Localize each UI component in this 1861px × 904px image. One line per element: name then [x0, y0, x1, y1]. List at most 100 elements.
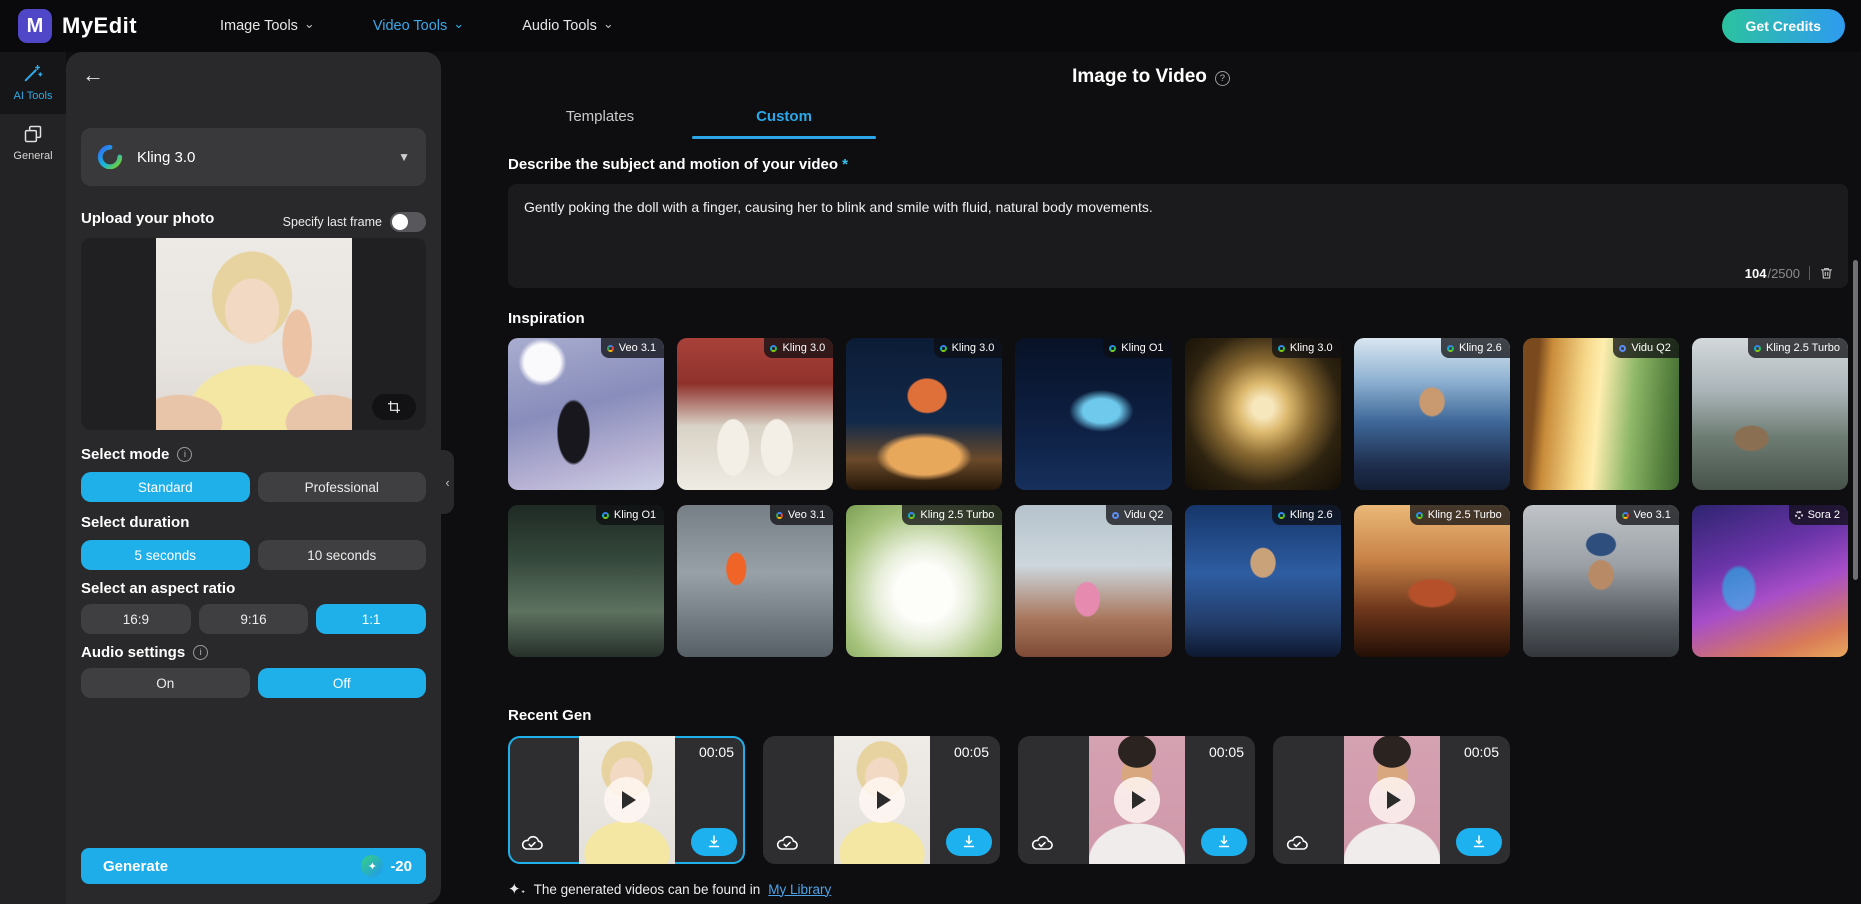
- menu-video-tools[interactable]: Video Tools ⌄: [373, 16, 464, 34]
- page-title: Image to Video?: [441, 66, 1861, 88]
- brand-logo[interactable]: M MyEdit: [0, 9, 220, 43]
- uploaded-photo-preview[interactable]: [81, 238, 426, 430]
- kling-icon: [939, 344, 947, 352]
- back-button[interactable]: ←: [82, 64, 104, 86]
- inspiration-card[interactable]: Sora 2: [1691, 505, 1848, 657]
- audio-on-button[interactable]: On: [81, 668, 250, 698]
- crop-button[interactable]: [372, 394, 416, 420]
- inspiration-card[interactable]: Kling 2.5 Turbo: [1353, 505, 1510, 657]
- play-button[interactable]: [1113, 777, 1160, 823]
- char-count: 104: [1744, 265, 1767, 281]
- recent-video-card[interactable]: 00:05: [508, 736, 745, 864]
- last-frame-toggle[interactable]: [390, 212, 426, 232]
- download-button[interactable]: [946, 828, 992, 856]
- recent-video-card[interactable]: 00:05: [1018, 736, 1255, 864]
- clear-prompt-button[interactable]: [1819, 265, 1834, 281]
- inspiration-card[interactable]: Kling 2.6: [1353, 338, 1510, 490]
- inspiration-card[interactable]: Veo 3.1: [508, 338, 665, 490]
- kling-icon: [1415, 511, 1423, 519]
- aspect-16-9-button[interactable]: 16:9: [81, 604, 191, 634]
- info-icon[interactable]: i: [193, 645, 209, 660]
- inspiration-card[interactable]: Kling 3.0: [846, 338, 1003, 490]
- cloud-check-icon: [518, 831, 546, 855]
- duration-5s-button[interactable]: 5 seconds: [81, 540, 250, 570]
- info-icon[interactable]: i: [177, 447, 193, 462]
- play-button[interactable]: [1368, 777, 1415, 823]
- specify-last-frame-row: Specify last frame: [283, 212, 426, 232]
- video-thumbnail: [508, 338, 665, 490]
- model-badge: Veo 3.1: [769, 505, 834, 525]
- model-badge: Kling O1: [595, 505, 665, 525]
- prompt-input[interactable]: Gently poking the doll with a finger, ca…: [508, 184, 1848, 288]
- download-button[interactable]: [1201, 828, 1247, 856]
- duration-label: 00:05: [1208, 744, 1244, 760]
- cloud-check-icon: [1028, 831, 1056, 855]
- menu-audio-tools[interactable]: Audio Tools ⌄: [522, 16, 614, 34]
- inspiration-card[interactable]: Kling 3.0: [1184, 338, 1341, 490]
- duration-10s-button[interactable]: 10 seconds: [257, 540, 426, 570]
- tab-templates[interactable]: Templates: [508, 100, 692, 139]
- download-icon: [1473, 835, 1485, 848]
- video-thumbnail: [1691, 338, 1848, 490]
- model-badge: Kling 2.5 Turbo: [1409, 505, 1510, 525]
- audio-off-button[interactable]: Off: [257, 668, 426, 698]
- play-icon: [876, 791, 891, 809]
- tab-custom[interactable]: Custom: [692, 100, 876, 139]
- aspect-9-16-button[interactable]: 9:16: [198, 604, 309, 634]
- inspiration-heading: Inspiration: [508, 310, 585, 327]
- sora-icon: [1794, 511, 1803, 519]
- help-icon[interactable]: ?: [1214, 71, 1230, 86]
- model-badge: Kling 3.0: [764, 338, 834, 358]
- vertical-scrollbar-thumb[interactable]: [1853, 260, 1858, 580]
- myedit-app: M MyEdit Image Tools ⌄ Video Tools ⌄ Audio…: [0, 0, 1861, 904]
- mode-professional-button[interactable]: Professional: [257, 472, 426, 502]
- menu-image-tools[interactable]: Image Tools ⌄: [220, 16, 315, 34]
- top-navbar: M MyEdit Image Tools ⌄ Video Tools ⌄ Audio…: [0, 0, 1861, 52]
- mode-standard-button[interactable]: Standard: [81, 472, 250, 502]
- model-badge: Kling 2.6: [1440, 338, 1510, 358]
- magic-wand-icon: [24, 64, 43, 82]
- prompt-box: Gently poking the doll with a finger, ca…: [508, 184, 1848, 288]
- kling-icon: [1109, 344, 1117, 352]
- download-button[interactable]: [1456, 828, 1502, 856]
- play-icon: [1131, 791, 1146, 809]
- model-badge: Vidu Q2: [1105, 505, 1172, 525]
- selected-model-name: Kling 3.0: [137, 148, 196, 166]
- cloud-check-icon: [773, 831, 801, 855]
- mode-options: Standard Professional: [81, 472, 426, 502]
- rail-item-ai-tools[interactable]: AI Tools: [0, 52, 66, 114]
- inspiration-card[interactable]: Kling O1: [1015, 338, 1172, 490]
- trash-icon: [1820, 268, 1833, 279]
- rail-item-general[interactable]: General: [0, 114, 66, 174]
- model-select-dropdown[interactable]: Kling 3.0 ▼: [81, 128, 426, 186]
- model-badge: Kling O1: [1103, 338, 1172, 358]
- generate-button[interactable]: Generate ✦ -20: [81, 848, 426, 884]
- aspect-1-1-button[interactable]: 1:1: [316, 604, 427, 634]
- char-limit: /2500: [1767, 265, 1800, 281]
- get-credits-button[interactable]: Get Credits: [1721, 9, 1845, 43]
- inspiration-card[interactable]: Veo 3.1: [677, 505, 834, 657]
- inspiration-card[interactable]: Kling 3.0: [677, 338, 834, 490]
- recent-video-card[interactable]: 00:05: [1273, 736, 1510, 864]
- model-badge: Veo 3.1: [1615, 505, 1679, 525]
- aspect-ratio-label: Select an aspect ratio: [81, 580, 236, 597]
- cloud-check-icon: [1283, 831, 1311, 855]
- download-button[interactable]: [691, 828, 737, 856]
- model-badge: Kling 3.0: [1271, 338, 1341, 358]
- inspiration-card[interactable]: Vidu Q2: [1522, 338, 1679, 490]
- inspiration-card[interactable]: Vidu Q2: [1015, 505, 1172, 657]
- inspiration-card[interactable]: Kling 2.5 Turbo: [1691, 338, 1848, 490]
- play-button[interactable]: [858, 777, 905, 823]
- kling-icon: [1754, 344, 1761, 352]
- main-content: Image to Video? Templates Custom Describ…: [441, 52, 1861, 904]
- inspiration-card[interactable]: Kling O1: [508, 505, 665, 657]
- panel-collapse-handle[interactable]: ‹: [441, 450, 454, 514]
- vidu-icon: [1619, 344, 1627, 352]
- select-duration-label: Select duration: [81, 514, 190, 531]
- inspiration-card[interactable]: Veo 3.1: [1522, 505, 1679, 657]
- inspiration-card[interactable]: Kling 2.6: [1184, 505, 1341, 657]
- recent-video-card[interactable]: 00:05: [763, 736, 1000, 864]
- inspiration-card[interactable]: Kling 2.5 Turbo: [846, 505, 1003, 657]
- my-library-link[interactable]: My Library: [768, 882, 831, 897]
- play-button[interactable]: [603, 777, 650, 823]
